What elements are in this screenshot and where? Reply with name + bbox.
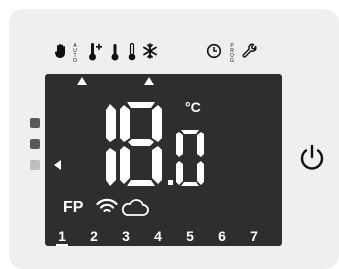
mode-indicator-arrow (77, 77, 87, 85)
day-7[interactable]: 7 (248, 228, 260, 244)
svg-text:G: G (230, 58, 234, 64)
day-2[interactable]: 2 (88, 228, 100, 244)
day-5[interactable]: 5 (184, 228, 196, 244)
mode-label: FP (63, 199, 84, 216)
temperature-unit: °C (185, 99, 201, 115)
mode-icon-bar: A U T O P R O G (54, 40, 284, 68)
selection-arrow-left (54, 160, 61, 170)
auto-label[interactable]: A U T O (71, 42, 79, 64)
wrench-icon[interactable] (242, 43, 258, 59)
clock-icon[interactable] (206, 43, 222, 59)
side-indicator-2 (30, 139, 40, 149)
cloud-icon (121, 199, 149, 216)
temperature-display (106, 102, 204, 186)
day-3[interactable]: 3 (120, 228, 132, 244)
weekday-row: 1 2 3 4 5 6 7 (55, 228, 275, 248)
thermometer-icon[interactable] (110, 42, 120, 62)
digit-1 (106, 104, 116, 186)
day-6[interactable]: 6 (216, 228, 228, 244)
thermometer-plus-icon[interactable] (88, 42, 104, 62)
mode-indicator-arrow (144, 77, 154, 85)
side-indicator-3 (30, 160, 40, 170)
day-1[interactable]: 1 (56, 228, 68, 246)
thermometer-small-icon[interactable] (127, 42, 137, 62)
wifi-icon (96, 198, 118, 213)
digit-0 (176, 130, 204, 186)
power-icon[interactable] (298, 143, 326, 173)
snowflake-icon[interactable] (142, 43, 158, 59)
prog-label[interactable]: P R O G (228, 42, 236, 64)
digit-8 (120, 102, 162, 186)
decimal-point (168, 180, 173, 185)
hand-icon[interactable] (54, 43, 68, 59)
day-4[interactable]: 4 (152, 228, 164, 244)
svg-text:O: O (73, 58, 77, 64)
side-indicator-1 (30, 118, 40, 128)
